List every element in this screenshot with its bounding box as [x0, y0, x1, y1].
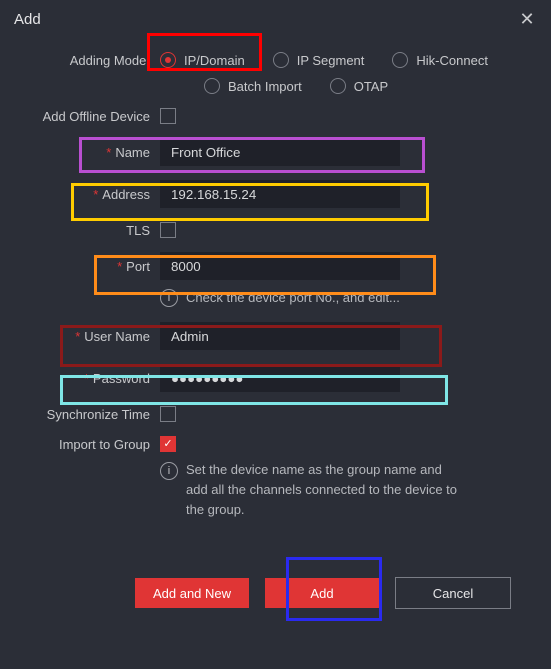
button-label: Add and New: [153, 586, 231, 601]
port-input[interactable]: [160, 252, 400, 280]
info-icon: i: [160, 289, 178, 307]
radio-icon: [204, 78, 220, 94]
radio-icon: [273, 52, 289, 68]
username-label: User Name: [0, 329, 160, 344]
adding-mode-group-2: Batch Import OTAP: [160, 78, 388, 94]
mode-ip-segment[interactable]: IP Segment: [273, 52, 365, 68]
tls-checkbox[interactable]: [160, 222, 176, 238]
add-device-dialog: Add ✕ Adding Mode: IP/Domain IP Segment …: [0, 0, 551, 669]
mode-otap[interactable]: OTAP: [330, 78, 388, 94]
sync-time-checkbox[interactable]: [160, 406, 176, 422]
username-input[interactable]: [160, 322, 400, 350]
add-and-new-button[interactable]: Add and New: [135, 578, 249, 608]
close-icon[interactable]: ✕: [517, 10, 537, 28]
mode-label: Hik-Connect: [416, 53, 488, 68]
cancel-button[interactable]: Cancel: [395, 577, 511, 609]
port-label: Port: [0, 259, 160, 274]
import-group-checkbox[interactable]: [160, 436, 176, 452]
mode-label: Batch Import: [228, 79, 302, 94]
add-button[interactable]: Add: [265, 578, 379, 608]
mode-label: IP/Domain: [184, 53, 245, 68]
mode-ip-domain[interactable]: IP/Domain: [160, 52, 245, 68]
address-label: Address: [0, 187, 160, 202]
dialog-title: Add: [14, 11, 41, 28]
mode-batch-import[interactable]: Batch Import: [204, 78, 302, 94]
radio-icon: [160, 52, 176, 68]
titlebar: Add ✕: [0, 0, 551, 34]
sync-time-label: Synchronize Time: [0, 407, 160, 422]
tls-label: TLS: [0, 223, 160, 238]
add-offline-checkbox[interactable]: [160, 108, 176, 124]
password-input[interactable]: [160, 364, 400, 392]
name-label: Name: [0, 145, 160, 160]
adding-mode-label: Adding Mode:: [0, 53, 160, 68]
info-icon: i: [160, 462, 178, 480]
button-label: Add: [310, 586, 333, 601]
button-row: Add and New Add Cancel: [135, 577, 511, 609]
password-label: Password: [0, 371, 160, 386]
mode-hik-connect[interactable]: Hik-Connect: [392, 52, 488, 68]
radio-icon: [330, 78, 346, 94]
import-group-hint: Set the device name as the group name an…: [186, 460, 460, 520]
mode-label: IP Segment: [297, 53, 365, 68]
port-hint: Check the device port No., and edit...: [186, 288, 400, 308]
address-input[interactable]: [160, 180, 400, 208]
mode-label: OTAP: [354, 79, 388, 94]
add-offline-label: Add Offline Device: [0, 109, 160, 124]
button-label: Cancel: [433, 586, 473, 601]
name-input[interactable]: [160, 138, 400, 166]
adding-mode-group: IP/Domain IP Segment Hik-Connect: [160, 52, 488, 68]
radio-icon: [392, 52, 408, 68]
import-group-label: Import to Group: [0, 437, 160, 452]
